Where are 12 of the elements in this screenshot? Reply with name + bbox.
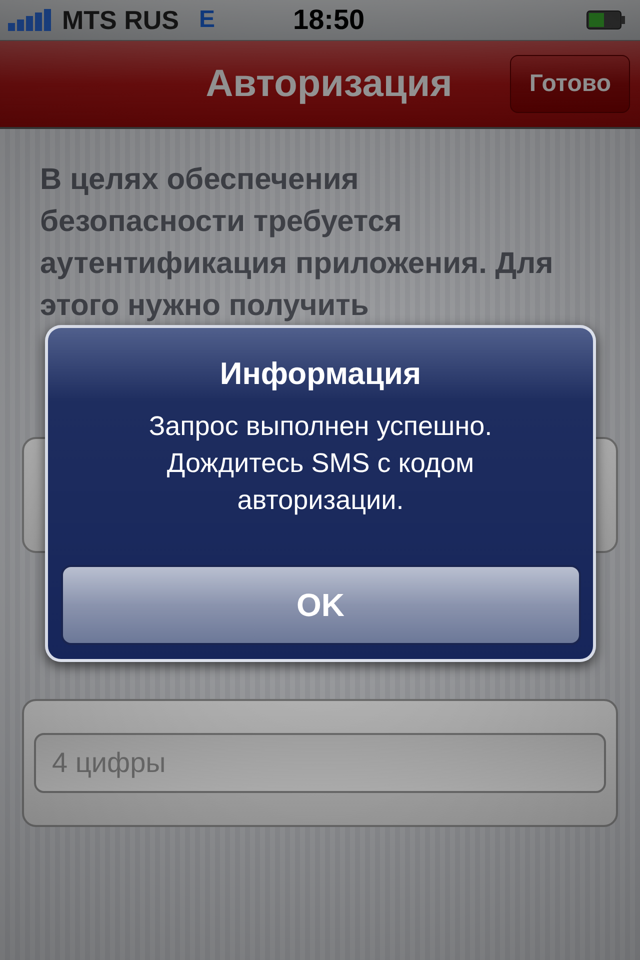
signal-icon — [8, 9, 54, 31]
ok-button[interactable]: OK — [60, 565, 580, 645]
clock: 18:50 — [293, 4, 366, 36]
nav-title: Авторизация — [206, 62, 452, 106]
done-button[interactable]: Готово — [510, 55, 630, 113]
intro-text: В целях обеспечения безопасности требуется аутентификация приложения. Для этого нужно получить — [40, 162, 554, 324]
alert-message: Запрос выполнен успешно. Дождитесь SMS с кодом авторизации. — [148, 410, 494, 517]
alert-title: Информация — [220, 356, 422, 392]
carrier-name: MTS RUS — [62, 4, 179, 36]
battery-icon — [586, 10, 626, 30]
network-type: E — [199, 6, 216, 34]
code-field[interactable]: 4 цифры — [22, 699, 618, 827]
